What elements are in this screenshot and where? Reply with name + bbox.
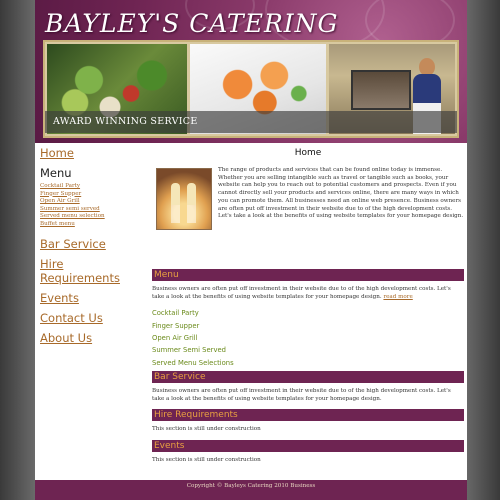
menu-section-heading: Menu: [152, 269, 464, 281]
nav-about-us[interactable]: About Us: [40, 331, 146, 345]
sub-link-finger-supper[interactable]: Finger Supper: [40, 191, 146, 199]
menu-item-cocktail-party[interactable]: Cocktail Party: [152, 307, 464, 319]
sub-link-summer-semi-served[interactable]: Summer semi served: [40, 206, 146, 214]
sub-link-served-menu-selection[interactable]: Served menu selection: [40, 213, 146, 221]
sub-link-buffet-menu[interactable]: Buffet menu: [40, 221, 146, 229]
sub-link-cocktail-party[interactable]: Cocktail Party: [40, 183, 146, 191]
intro-block: The range of products and services that …: [152, 165, 464, 263]
champagne-glass: [187, 183, 196, 223]
site-title: BAYLEY'S CATERING: [45, 9, 339, 38]
menu-item-open-air-grill[interactable]: Open Air Grill: [152, 332, 464, 344]
menu-item-served-menu-selections[interactable]: Served Menu Selections: [152, 357, 464, 369]
nav-home[interactable]: Home: [40, 146, 146, 160]
read-more-link[interactable]: read more: [383, 294, 412, 300]
nav-menu-heading: Menu: [40, 166, 72, 180]
sidebar-nav: Home Menu Cocktail Party Finger Supper O…: [40, 146, 146, 351]
events-heading: Events: [152, 440, 464, 452]
bar-service-text: Business owners are often put off invest…: [152, 388, 451, 402]
nav-hire-requirements[interactable]: Hire Requirements: [40, 257, 146, 285]
award-text: AWARD WINNING SERVICE: [53, 116, 198, 127]
intro-text: The range of products and services that …: [218, 167, 464, 220]
kitchen-counter: [351, 70, 411, 110]
champagne-glass: [171, 183, 180, 223]
nav-events[interactable]: Events: [40, 291, 146, 305]
menu-sub-links: Cocktail Party Finger Supper Open Air Gr…: [40, 183, 146, 229]
hire-requirements-heading: Hire Requirements: [152, 409, 464, 422]
bar-service-heading: Bar Service: [152, 371, 464, 384]
champagne-image: [156, 168, 212, 230]
main-content: Home The range of products and services …: [152, 148, 464, 465]
page-container: BAYLEY'S CATERING AWARD WINNING SERVICE …: [35, 0, 467, 500]
menu-item-summer-semi-served[interactable]: Summer Semi Served: [152, 344, 464, 356]
footer: Copyright © Bayleys Catering 2010 Busine…: [35, 480, 467, 500]
nav-contact-us[interactable]: Contact Us: [40, 311, 146, 325]
menu-item-finger-supper[interactable]: Finger Supper: [152, 320, 464, 332]
award-banner: AWARD WINNING SERVICE: [45, 111, 457, 133]
page-title: Home: [294, 148, 322, 158]
hire-requirements-text: This section is still under construction: [152, 426, 261, 433]
nav-bar-service[interactable]: Bar Service: [40, 237, 146, 251]
header-banner: BAYLEY'S CATERING AWARD WINNING SERVICE: [35, 0, 467, 143]
menu-item-list: Cocktail Party Finger Supper Open Air Gr…: [152, 307, 464, 369]
menu-section-text: Business owners are often put off invest…: [152, 286, 464, 301]
sub-link-open-air-grill[interactable]: Open Air Grill: [40, 198, 146, 206]
events-text: This section is still under construction: [152, 457, 261, 463]
